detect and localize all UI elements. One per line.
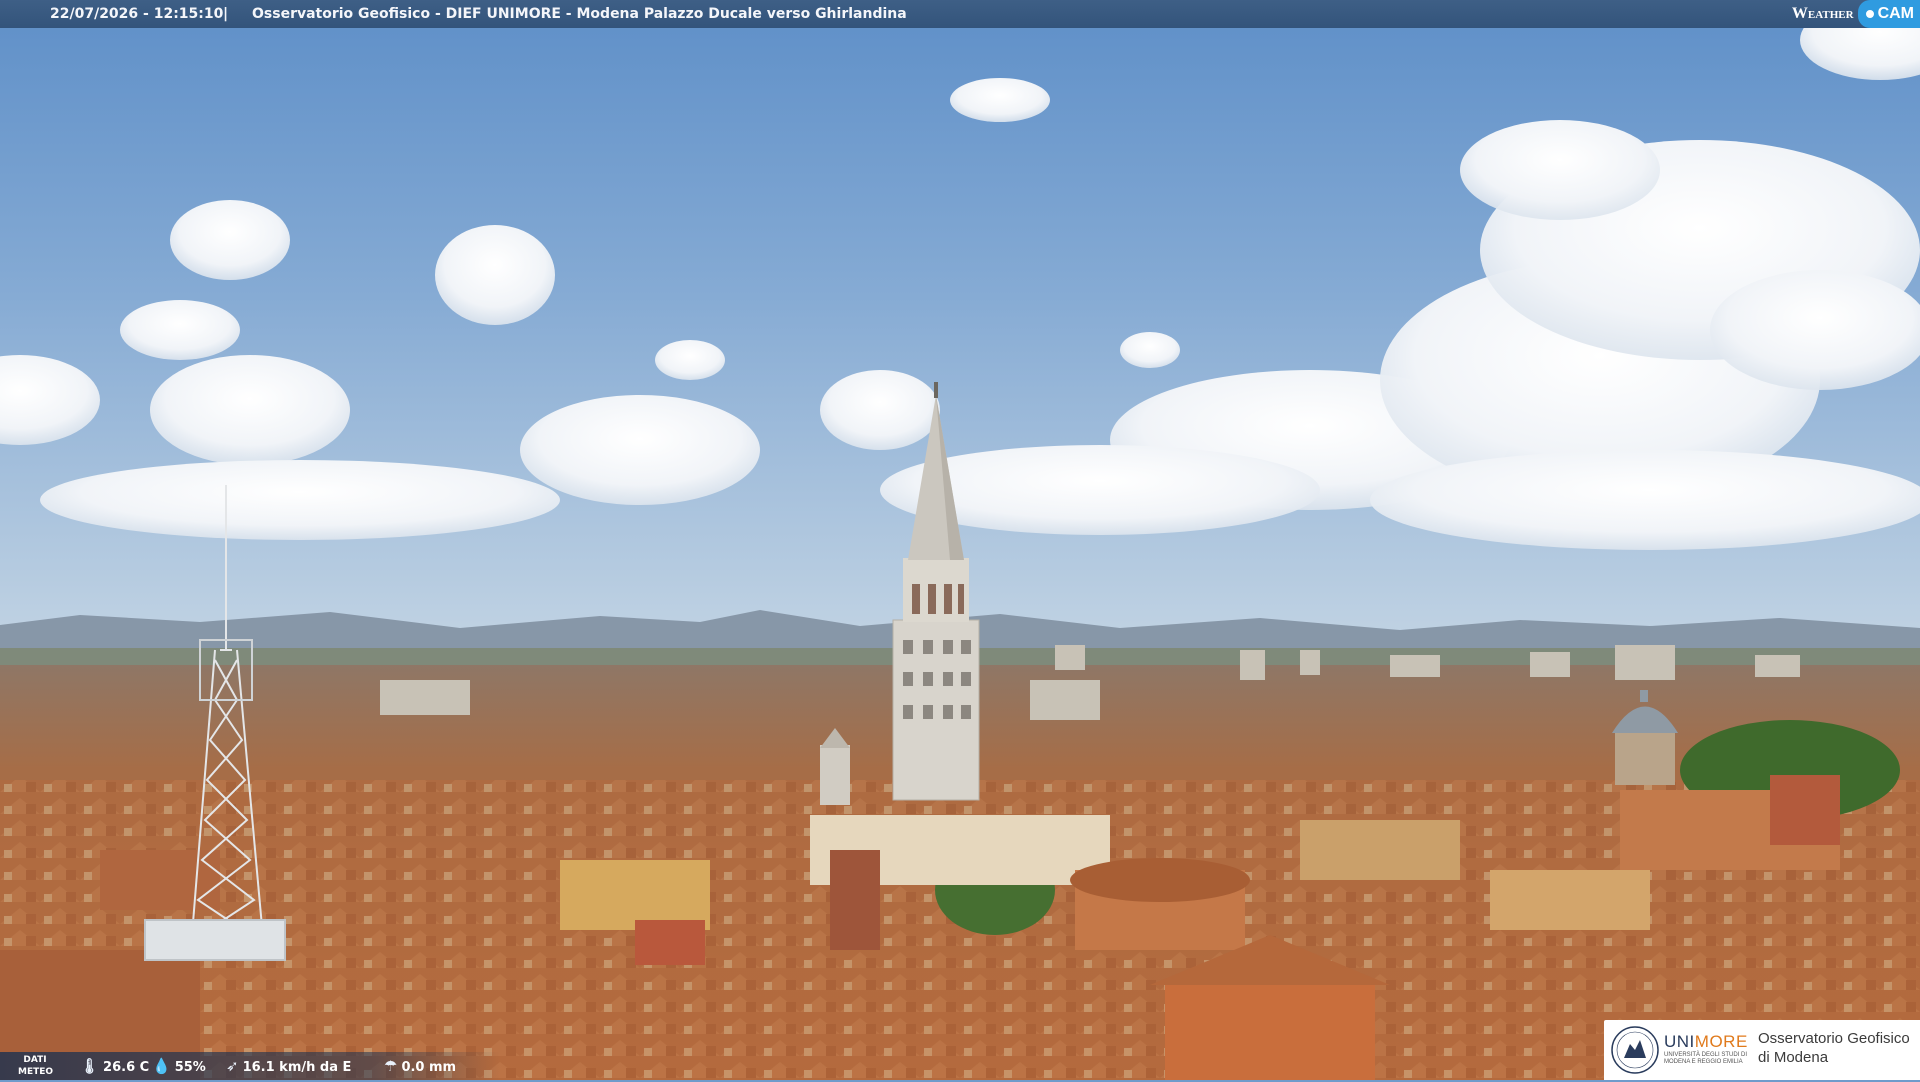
rain-value: 0.0 mm (401, 1060, 457, 1075)
top-status-bar: 22/07/2026 - 12:15:10 | Osservatorio Geo… (0, 0, 1920, 28)
weather-data-strip: DATI METEO 🌡 26.6 C 💧 55% ➶ 16.1 km/h da E … (0, 1052, 500, 1080)
brand-cam: CAM (1877, 5, 1914, 22)
brand-weather: Weather (1791, 5, 1854, 22)
humidity-drop-icon: 💧 (152, 1057, 171, 1075)
unimore-suffix: MORE (1694, 1032, 1748, 1051)
observatory-name: Osservatorio Geofisico di Modena (1758, 1029, 1910, 1067)
temperature-value: 26.6 C (103, 1060, 150, 1075)
wind-reading: ➶ 16.1 km/h da E (226, 1052, 351, 1080)
unimore-subtitle: UNIVERSITÀ DEGLI STUDI DI MODENA E REGGI… (1664, 1052, 1748, 1065)
rain-reading: ☂ 0.0 mm (384, 1052, 456, 1080)
camera-title: Osservatorio Geofisico - DIEF UNIMORE - … (252, 6, 907, 22)
observatory-line-2: di Modena (1758, 1049, 1829, 1066)
webcam-image (0, 0, 1920, 1080)
temperature-reading: 🌡 26.6 C (80, 1052, 149, 1080)
wind-icon: ➶ (226, 1057, 239, 1075)
rain-icon: ☂ (384, 1057, 398, 1075)
unimore-logo-box: UNIMORE UNIVERSITÀ DEGLI STUDI DI MODENA… (1604, 1020, 1920, 1080)
weathercam-logo: Weather CAM (1792, 0, 1920, 28)
humidity-value: 55% (174, 1060, 206, 1075)
dati-meteo-label: DATI METEO (18, 1055, 54, 1077)
thermometer-icon: 🌡 (80, 1057, 100, 1075)
humidity-reading: 💧 55% (152, 1052, 206, 1080)
unimore-wordmark: UNIMORE (1664, 1032, 1748, 1052)
timestamp: 22/07/2026 - 12:15:10 (50, 6, 224, 22)
unimore-seal-icon (1611, 1026, 1659, 1074)
observatory-line-1: Osservatorio Geofisico (1758, 1030, 1910, 1047)
unimore-prefix: UNI (1664, 1032, 1695, 1051)
brand-dot-icon (1863, 7, 1876, 20)
separator: | (223, 6, 229, 22)
wind-value: 16.1 km/h da E (242, 1060, 352, 1075)
